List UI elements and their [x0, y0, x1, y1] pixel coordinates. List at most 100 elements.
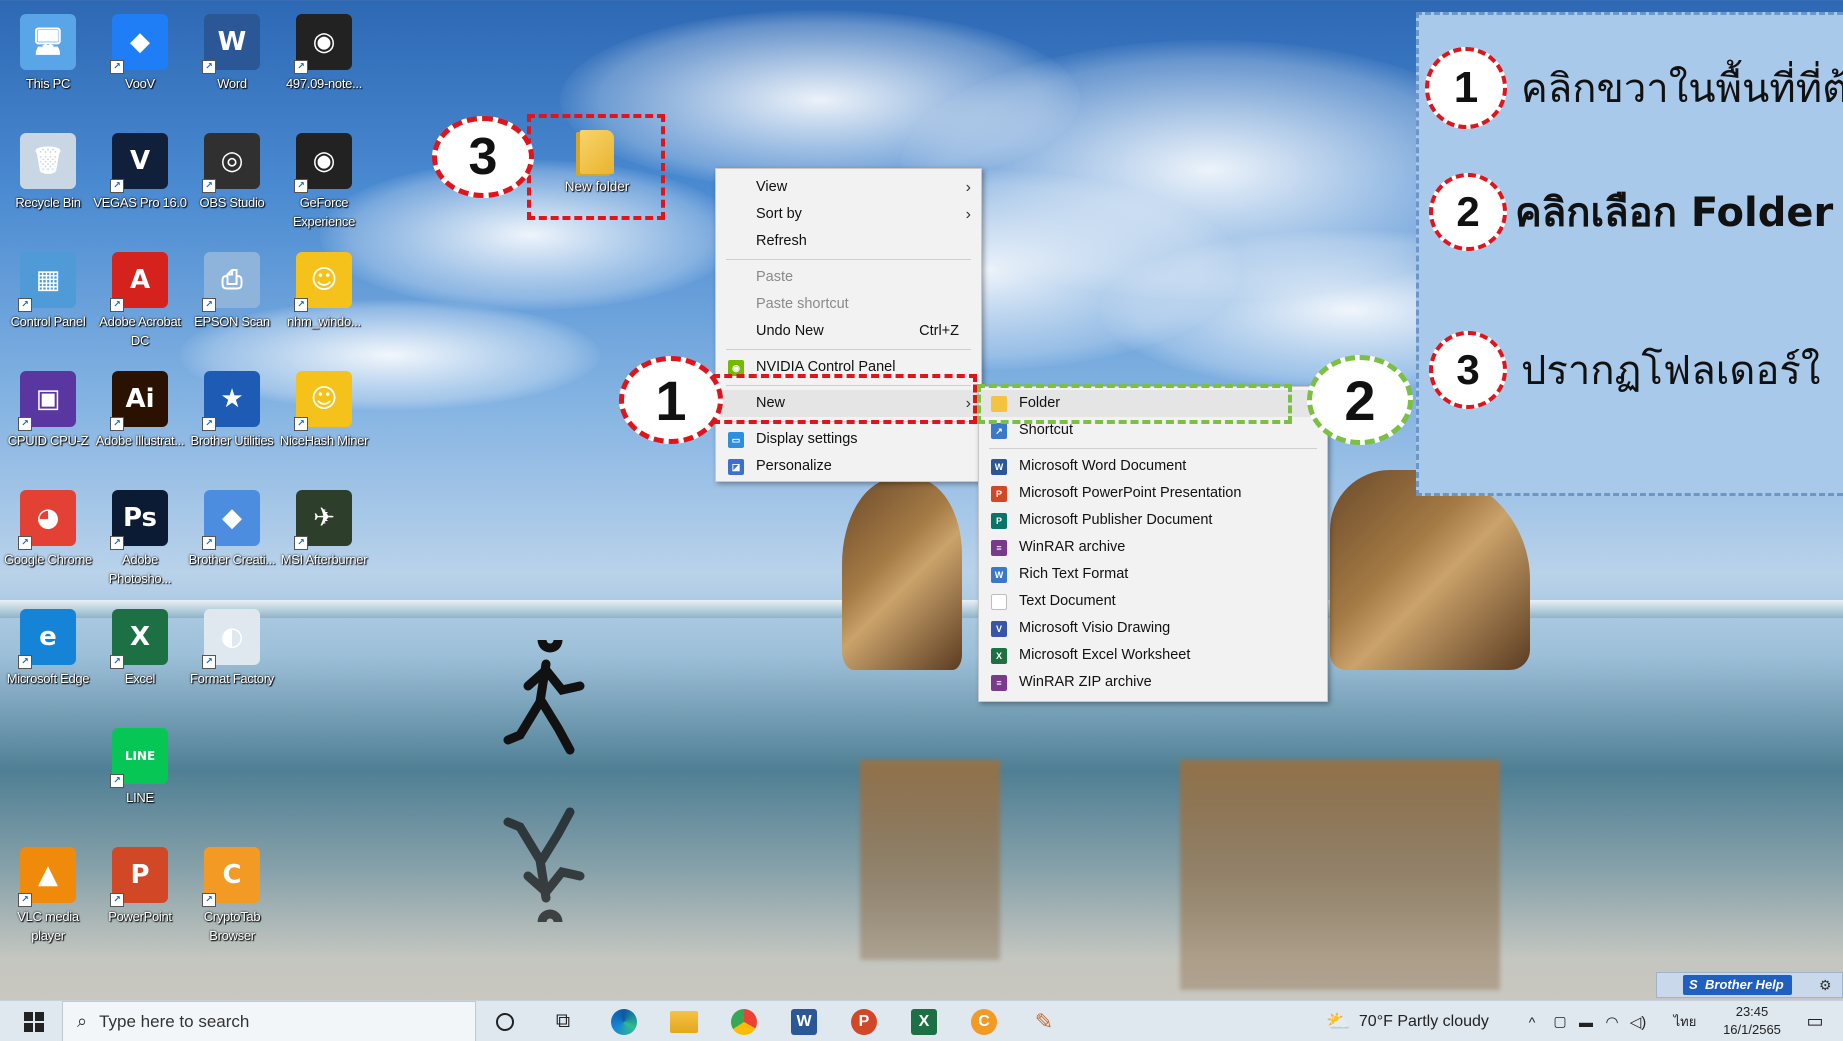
display-settings-icon: ▭: [728, 432, 744, 448]
weather-widget[interactable]: ⛅ 70°F Partly cloudy: [1326, 1005, 1512, 1038]
tray-language[interactable]: ไทย: [1670, 1005, 1700, 1038]
task-view-button[interactable]: ⧉: [548, 1005, 578, 1038]
taskbar: ⌕ Type here to search ⧉ W P X C ✎ ⛅ 70°F…: [0, 1000, 1843, 1041]
new-item-highlight-box: [712, 374, 977, 424]
submenu-item-powerpoint[interactable]: P Microsoft PowerPoint Presentation: [979, 480, 1327, 507]
submenu-item-publisher[interactable]: P Microsoft Publisher Document: [979, 507, 1327, 534]
app-icon: ▣ ↗: [18, 371, 76, 431]
desktop-icon-brother-creati[interactable]: ◆ ↗ Brother Creati...: [184, 490, 280, 569]
desktop-icon-geforce-experience[interactable]: ◉ ↗ GeForce Experience: [276, 133, 372, 231]
start-button[interactable]: [14, 1005, 54, 1038]
menu-item-view[interactable]: View ›: [716, 174, 981, 201]
desktop-icon-microsoft-edge[interactable]: e ↗ Microsoft Edge: [0, 609, 96, 688]
taskbar-paint[interactable]: ✎: [1026, 1005, 1062, 1038]
settings-gear-icon[interactable]: ⚙: [1819, 975, 1837, 995]
desktop-icon-recycle-bin[interactable]: 🗑 Recycle Bin: [0, 133, 96, 212]
desktop-icon-voov[interactable]: ◆ ↗ VooV: [92, 14, 188, 93]
step-badge-number: 1: [1453, 63, 1479, 112]
menu-item-paste-shortcut[interactable]: Paste shortcut: [716, 291, 981, 318]
app-icon: ☺ ↗: [294, 252, 352, 312]
step-badge-2-submenu: 2: [1307, 355, 1413, 445]
desktop-icon-excel[interactable]: X ↗ Excel: [92, 609, 188, 688]
submenu-item-winrar[interactable]: ≡ WinRAR archive: [979, 534, 1327, 561]
menu-item-undo-new[interactable]: Undo New Ctrl+Z: [716, 318, 981, 345]
instruction-step-3-text: ปรากฏโฟลเดอร์ใ: [1521, 348, 1821, 394]
menu-item-personalize[interactable]: ◪ Personalize: [716, 453, 981, 480]
instruction-panel: 1 คลิกขวาในพื้นที่ที่ต้ 2 คลิกเลือก Fold…: [1416, 12, 1843, 496]
meet-now-icon: ▢: [1553, 1013, 1567, 1029]
brother-help-bar[interactable]: S Brother Help ⚙: [1656, 972, 1843, 998]
show-hidden-icons-button[interactable]: ^: [1522, 1005, 1542, 1038]
tray-meet-now[interactable]: ▢: [1548, 1005, 1572, 1038]
taskbar-chrome[interactable]: [726, 1005, 762, 1038]
taskbar-edge[interactable]: [606, 1005, 642, 1038]
desktop-icon-obs-studio[interactable]: ◎ ↗ OBS Studio: [184, 133, 280, 212]
desktop-icon-brother-utilities[interactable]: ★ ↗ Brother Utilities: [184, 371, 280, 450]
menu-separator: [726, 349, 971, 350]
menu-item-sort-by[interactable]: Sort by ›: [716, 201, 981, 228]
brother-help-button[interactable]: S Brother Help: [1683, 975, 1792, 995]
desktop-icon-adobe-illustrat[interactable]: Ai ↗ Adobe Illustrat...: [92, 371, 188, 450]
taskbar-powerpoint[interactable]: P: [846, 1005, 882, 1038]
battery-icon: ▬: [1579, 1013, 1593, 1030]
step-badge-number: 2: [1456, 188, 1480, 235]
desktop-icon-cpuid-cpu-z[interactable]: ▣ ↗ CPUID CPU-Z: [0, 371, 96, 450]
menu-item-display-settings[interactable]: ▭ Display settings: [716, 426, 981, 453]
brother-logo-icon: S: [1689, 977, 1698, 992]
app-icon: V ↗: [110, 133, 168, 193]
notifications-button[interactable]: ▭: [1800, 1005, 1830, 1038]
desktop-icon-epson-scan[interactable]: ⎙ ↗ EPSON Scan: [184, 252, 280, 331]
tray-volume[interactable]: ◁): [1626, 1005, 1650, 1038]
taskbar-file-explorer[interactable]: [666, 1005, 702, 1038]
submenu-item-label: Microsoft Word Document: [1019, 458, 1187, 474]
excel-icon: X: [911, 1008, 937, 1035]
desktop-icon-google-chrome[interactable]: ◕ ↗ Google Chrome: [0, 490, 96, 569]
app-icon: ☺ ↗: [294, 371, 352, 431]
desktop-icon-497-09-note[interactable]: ◉ ↗ 497.09-note...: [276, 14, 372, 93]
submenu-item-rich-text[interactable]: W Rich Text Format: [979, 561, 1327, 588]
cryptotab-icon: C: [971, 1008, 997, 1035]
taskbar-cryptotab[interactable]: C: [966, 1005, 1002, 1038]
submenu-item-label: WinRAR archive: [1019, 539, 1126, 555]
desktop-icon-cryptotab-browser[interactable]: C ↗ CryptoTab Browser: [184, 847, 280, 945]
desktop-icon-format-factory[interactable]: ◐ ↗ Format Factory: [184, 609, 280, 688]
submenu-item-text-document[interactable]: Text Document: [979, 588, 1327, 615]
new-folder[interactable]: New folder: [541, 130, 653, 194]
desktop-icon-adobe-photosho[interactable]: Ps ↗ Adobe Photosho...: [92, 490, 188, 588]
submenu-item-word-document[interactable]: W Microsoft Word Document: [979, 453, 1327, 480]
desktop-icon-vegas-pro-16-0[interactable]: V ↗ VEGAS Pro 16.0: [92, 133, 188, 212]
desktop-icon-nicehash-miner[interactable]: ☺ ↗ NiceHash Miner: [276, 371, 372, 450]
menu-item-paste[interactable]: Paste: [716, 264, 981, 291]
desktop-icon-control-panel[interactable]: ▦ ↗ Control Panel: [0, 252, 96, 331]
desktop-icon-line[interactable]: LINE ↗ LINE: [92, 728, 188, 807]
tray-clock[interactable]: 23:45 16/1/2565: [1712, 1003, 1792, 1040]
tray-wifi[interactable]: ◠: [1600, 1005, 1624, 1038]
shortcut-arrow-icon: ↗: [110, 298, 124, 312]
rtf-icon: W: [991, 567, 1007, 583]
shortcut-icon: ↗: [991, 423, 1007, 439]
submenu-item-visio[interactable]: V Microsoft Visio Drawing: [979, 615, 1327, 642]
menu-item-refresh[interactable]: Refresh: [716, 228, 981, 255]
desktop-icon-nhm-windo[interactable]: ☺ ↗ nhm_windo...: [276, 252, 372, 331]
app-icon: Ps ↗: [110, 490, 168, 550]
app-icon: ✈ ↗: [294, 490, 352, 550]
shortcut-arrow-icon: ↗: [202, 179, 216, 193]
taskbar-excel[interactable]: X: [906, 1005, 942, 1038]
taskbar-search-box[interactable]: ⌕ Type here to search: [62, 1001, 476, 1041]
desktop-icon-adobe-acrobat-dc[interactable]: A ↗ Adobe Acrobat DC: [92, 252, 188, 350]
desktop-icon-word[interactable]: W ↗ Word: [184, 14, 280, 93]
desktop-icon-label: Format Factory: [190, 671, 274, 686]
folder-icon: [580, 130, 614, 174]
tray-battery[interactable]: ▬: [1574, 1005, 1598, 1038]
shortcut-arrow-icon: ↗: [110, 417, 124, 431]
desktop-icon-label: VEGAS Pro 16.0: [93, 195, 187, 210]
desktop-icon-vlc-media-player[interactable]: ▲ ↗ VLC media player: [0, 847, 96, 945]
desktop-icon-powerpoint[interactable]: P ↗ PowerPoint: [92, 847, 188, 926]
submenu-item-winrar-zip[interactable]: ≡ WinRAR ZIP archive: [979, 669, 1327, 696]
submenu-item-excel[interactable]: X Microsoft Excel Worksheet: [979, 642, 1327, 669]
taskbar-word[interactable]: W: [786, 1005, 822, 1038]
desktop-icon-this-pc[interactable]: 🖥 This PC: [0, 14, 96, 93]
brother-help-label: Brother Help: [1705, 977, 1784, 992]
desktop-icon-msi-afterburner[interactable]: ✈ ↗ MSI Afterburner: [276, 490, 372, 569]
cortana-button[interactable]: [490, 1005, 520, 1038]
